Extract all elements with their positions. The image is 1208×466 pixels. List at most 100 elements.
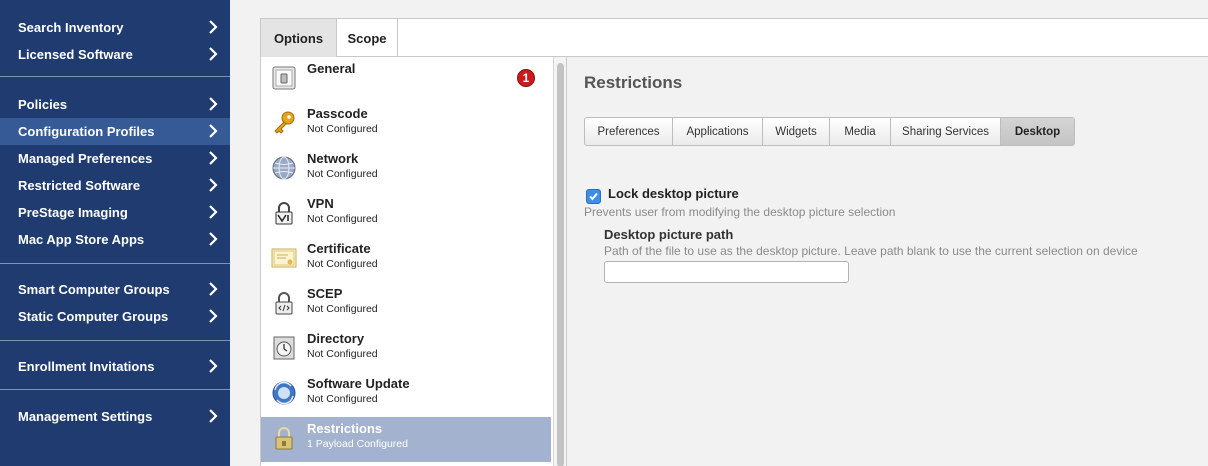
payload-passcode[interactable]: Passcode Not Configured [261, 102, 551, 147]
chevron-right-icon [209, 20, 218, 34]
payload-list: General 1 Passcode Not Configured Networ… [261, 57, 553, 466]
chevron-right-icon [209, 309, 218, 323]
sidebar-item-label: Mac App Store Apps [18, 232, 145, 247]
app-window: Search Inventory Licensed Software Polic… [0, 0, 1208, 466]
error-badge: 1 [517, 69, 535, 87]
sidebar-item-label: Management Settings [18, 409, 153, 424]
payload-title: Certificate [307, 241, 371, 256]
payload-scrollbar[interactable] [553, 57, 567, 466]
sidebar-divider [0, 389, 230, 390]
subtab-label: Preferences [597, 125, 660, 138]
payload-restrictions[interactable]: Restrictions 1 Payload Configured [261, 417, 551, 462]
sidebar-item-management-settings[interactable]: Management Settings [0, 403, 230, 430]
desktop-path-help: Path of the file to use as the desktop p… [604, 244, 1138, 258]
profile-panel: Options Scope General 1 Passcode Not Con… [260, 18, 1208, 466]
payload-status: Not Configured [307, 168, 378, 180]
lock-desktop-checkbox[interactable] [586, 189, 601, 204]
payload-title: VPN [307, 196, 334, 211]
chevron-right-icon [209, 124, 218, 138]
payload-title: Network [307, 151, 359, 166]
payload-status: Not Configured [307, 213, 378, 225]
subtab-desktop[interactable]: Desktop [1001, 118, 1074, 145]
chevron-right-icon [209, 97, 218, 111]
subtab-preferences[interactable]: Preferences [585, 118, 673, 145]
chevron-right-icon [209, 47, 218, 61]
certificate-icon [271, 248, 297, 268]
sidebar-item-label: Static Computer Groups [18, 309, 169, 324]
tab-options[interactable]: Options [261, 19, 337, 57]
payload-vpn[interactable]: VPN Not Configured [261, 192, 551, 237]
chevron-right-icon [209, 151, 218, 165]
sidebar-item-prestage-imaging[interactable]: PreStage Imaging [0, 199, 230, 226]
payload-title: General [307, 61, 356, 76]
sidebar-item-label: Restricted Software [18, 178, 141, 193]
sidebar-item-label: Smart Computer Groups [18, 282, 170, 297]
restrictions-content: Restrictions Preferences Applications Wi… [567, 57, 1208, 466]
tab-scope[interactable]: Scope [337, 19, 398, 57]
subtab-label: Sharing Services [902, 125, 989, 138]
checkmark-icon [589, 192, 598, 201]
vpn-lock-icon [275, 202, 293, 225]
payload-title: Restrictions [307, 421, 383, 436]
scrollbar-thumb[interactable] [557, 63, 564, 466]
restrictions-lock-icon [275, 427, 293, 450]
main-area: Options Scope General 1 Passcode Not Con… [230, 0, 1208, 466]
sidebar-item-label: Enrollment Invitations [18, 359, 155, 374]
subtab-media[interactable]: Media [830, 118, 891, 145]
sidebar-item-managed-preferences[interactable]: Managed Preferences [0, 145, 230, 172]
sidebar-item-label: Licensed Software [18, 47, 133, 62]
chevron-right-icon [209, 359, 218, 373]
subtab-sharing-services[interactable]: Sharing Services [891, 118, 1001, 145]
sidebar-item-label: Policies [18, 97, 68, 112]
section-title: Restrictions [584, 73, 683, 92]
payload-certificate[interactable]: Certificate Not Configured [261, 237, 551, 282]
directory-icon [273, 336, 295, 360]
payload-status: Not Configured [307, 348, 378, 360]
payload-directory[interactable]: Directory Not Configured [261, 327, 551, 372]
globe-icon [272, 156, 296, 180]
sidebar-divider [0, 76, 230, 77]
scep-lock-icon [275, 292, 293, 315]
desktop-path-label: Desktop picture path [604, 227, 734, 242]
payload-status: Not Configured [307, 393, 378, 405]
sidebar-item-static-computer-groups[interactable]: Static Computer Groups [0, 303, 230, 330]
payload-status: Not Configured [307, 123, 378, 135]
sidebar-item-mac-app-store-apps[interactable]: Mac App Store Apps [0, 226, 230, 253]
sidebar: Search Inventory Licensed Software Polic… [0, 0, 230, 466]
key-icon [274, 111, 295, 134]
sidebar-item-configuration-profiles[interactable]: Configuration Profiles [0, 118, 230, 145]
payload-scep[interactable]: SCEP Not Configured [261, 282, 551, 327]
sidebar-divider [0, 263, 230, 264]
chevron-right-icon [209, 178, 218, 192]
lock-desktop-help: Prevents user from modifying the desktop… [584, 205, 896, 219]
subtab-label: Applications [686, 125, 749, 138]
sidebar-item-restricted-software[interactable]: Restricted Software [0, 172, 230, 199]
subtab-widgets[interactable]: Widgets [763, 118, 830, 145]
chevron-right-icon [209, 205, 218, 219]
subtab-applications[interactable]: Applications [673, 118, 763, 145]
payload-software-update[interactable]: Software Update Not Configured [261, 372, 551, 417]
sidebar-item-label: Search Inventory [18, 20, 124, 35]
tab-label: Options [273, 30, 324, 46]
sidebar-item-licensed-software[interactable]: Licensed Software [0, 41, 230, 68]
desktop-path-input[interactable] [604, 261, 849, 283]
sidebar-item-search-inventory[interactable]: Search Inventory [0, 14, 230, 41]
subtab-label: Desktop [1014, 125, 1061, 138]
payload-title: Passcode [307, 106, 368, 121]
payload-title: SCEP [307, 286, 343, 301]
sidebar-item-smart-computer-groups[interactable]: Smart Computer Groups [0, 276, 230, 303]
top-tabs: Options Scope [261, 19, 1208, 57]
payload-status: 1 Payload Configured [307, 438, 408, 450]
sidebar-item-label: PreStage Imaging [18, 205, 128, 220]
restrictions-subtabs: Preferences Applications Widgets Media S… [584, 117, 1075, 146]
sidebar-item-policies[interactable]: Policies [0, 91, 230, 118]
sidebar-item-label: Managed Preferences [18, 151, 153, 166]
subtab-label: Media [844, 125, 876, 138]
payload-status: Not Configured [307, 303, 378, 315]
payload-status: Not Configured [307, 258, 378, 270]
sidebar-item-enrollment-invitations[interactable]: Enrollment Invitations [0, 353, 230, 380]
payload-general[interactable]: General 1 [261, 57, 551, 102]
lock-desktop-label: Lock desktop picture [608, 186, 739, 201]
payload-network[interactable]: Network Not Configured [261, 147, 551, 192]
sidebar-divider [0, 340, 230, 341]
